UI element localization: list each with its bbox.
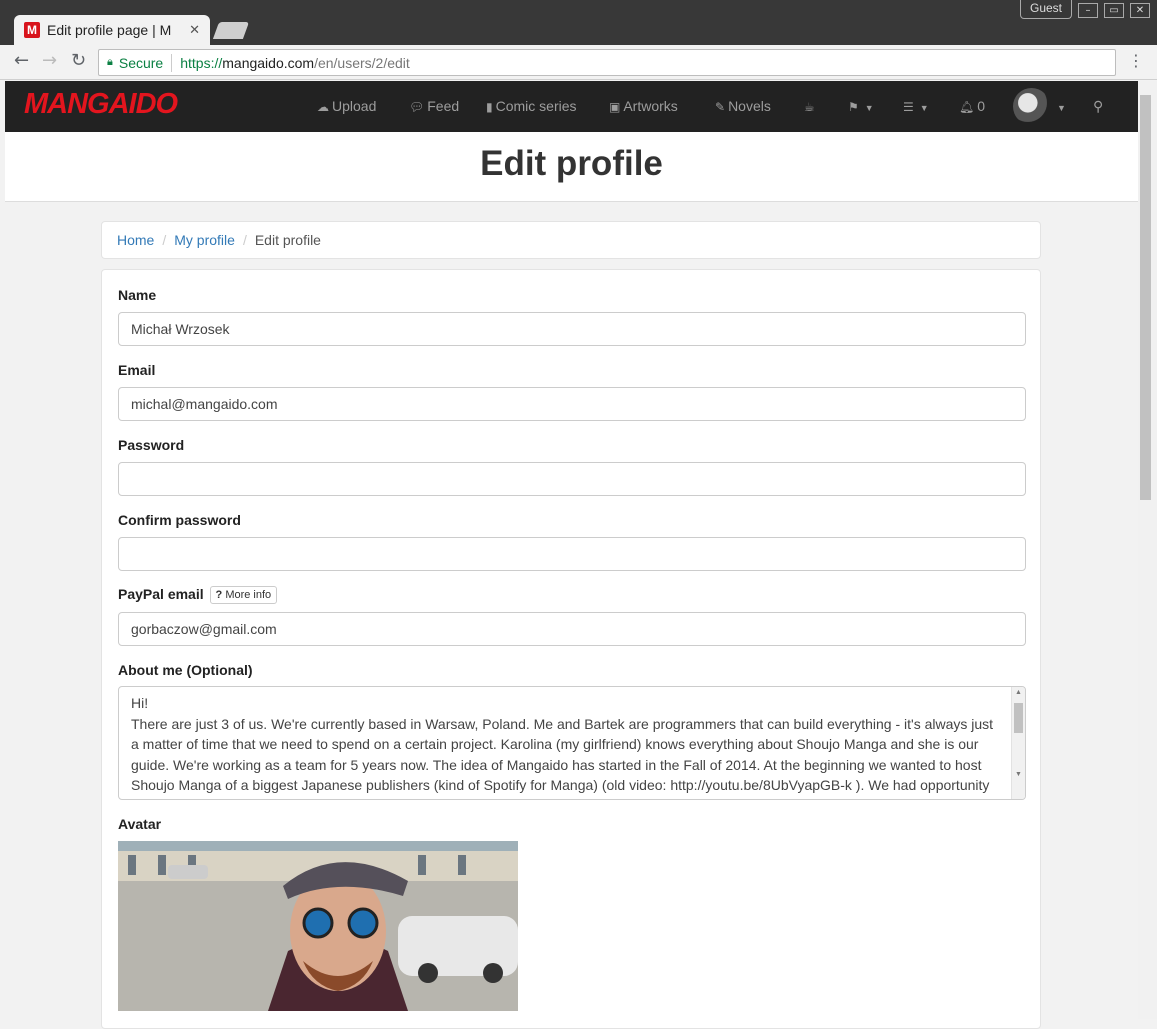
maximize-icon[interactable]: ▭ [1104, 3, 1124, 18]
hamburger-icon: ☰ [903, 100, 914, 114]
page-title: Edit profile [480, 144, 663, 183]
edit-profile-form: Name Michał Wrzosek Email michal@mangaid… [101, 269, 1041, 1029]
caret-down-icon: ▼ [864, 103, 874, 113]
forward-icon[interactable]: → [42, 50, 57, 71]
tab-title: Edit profile page | M [47, 22, 172, 38]
cup-icon: ☕︎ [804, 100, 815, 114]
breadcrumb-home[interactable]: Home [117, 232, 154, 248]
site-navbar: MANGAIDO ☁ Upload 💬︎ Feed ▮ Comic series ▣ A… [5, 81, 1138, 132]
edit-icon: ✎ [715, 100, 726, 114]
comments-icon: 💬︎ [409, 100, 425, 114]
image-icon: ▣ [609, 100, 621, 114]
notifications-count: 0 [977, 98, 986, 114]
bell-icon: 🔔︎ [959, 100, 975, 114]
nav-upload-label: Upload [332, 98, 377, 114]
flag-icon: ⚑ [848, 100, 859, 114]
name-label: Name [118, 287, 157, 303]
paypal-label: PayPal email [118, 586, 204, 602]
search-icon: ⚲ [1093, 98, 1104, 114]
textarea-scrollbar[interactable]: ▲ ▼ [1011, 687, 1025, 799]
confirm-password-label: Confirm password [118, 512, 241, 528]
nav-feed-label: Feed [427, 98, 460, 114]
avatar-label: Avatar [118, 816, 162, 832]
browser-toolbar: ← → ↻ 🔒︎ Secure https:// mangaido.com /e… [0, 45, 1157, 80]
nav-menu-dropdown[interactable]: ☰ ▼ [903, 98, 929, 114]
breadcrumb-current: Edit profile [254, 232, 321, 248]
tab-close-icon[interactable]: ✕ [189, 23, 200, 38]
question-icon: ? [215, 589, 223, 601]
mangaido-favicon-icon: M [24, 22, 40, 38]
page-scroll-thumb[interactable] [1140, 95, 1151, 500]
nav-comic-series-label: Comic series [495, 98, 577, 114]
avatar-image [118, 841, 518, 1011]
paypal-email-field[interactable]: gorbaczow@gmail.com [118, 612, 1026, 646]
browser-tab[interactable]: M Edit profile page | M ✕ [14, 15, 210, 45]
about-me-textarea[interactable]: Hi! There are just 3 of us. We're curren… [118, 686, 1026, 800]
site-logo[interactable]: MANGAIDO [24, 88, 178, 121]
nav-upload[interactable]: ☁ Upload [317, 98, 376, 114]
more-info-button[interactable]: ? More info [209, 586, 278, 604]
breadcrumb-divider: / [162, 232, 167, 248]
url-scheme: https:// [180, 54, 223, 71]
nav-novels-label: Novels [728, 98, 771, 114]
breadcrumb-divider: / [242, 232, 247, 248]
user-avatar[interactable] [1013, 88, 1050, 125]
browser-titlebar: M Edit profile page | M ✕ Guest – ▭ ✕ [0, 0, 1157, 45]
scroll-down-icon[interactable]: ▼ [1015, 771, 1022, 778]
caret-down-icon: ▼ [919, 103, 929, 113]
about-label: About me (Optional) [118, 662, 253, 678]
book-icon: ▮ [486, 100, 493, 114]
nav-artworks-label: Artworks [623, 98, 678, 114]
url-host: mangaido.com [222, 54, 315, 71]
minimize-icon[interactable]: – [1078, 3, 1098, 18]
lock-icon: 🔒︎ [107, 56, 113, 68]
page-header: Edit profile [5, 132, 1138, 202]
new-tab-button[interactable] [212, 22, 250, 39]
about-me-text: Hi! There are just 3 of us. We're curren… [131, 695, 994, 799]
scroll-up-icon[interactable]: ▲ [1015, 689, 1022, 696]
more-info-label: More info [225, 589, 272, 601]
user-dropdown-caret[interactable]: ▼ [1054, 98, 1066, 114]
cloud-upload-icon: ☁ [317, 100, 329, 114]
browser-menu-icon[interactable]: ⋮ [1128, 51, 1144, 70]
back-icon[interactable]: ← [14, 50, 29, 71]
nav-novels[interactable]: ✎ Novels [715, 98, 771, 114]
nav-cup[interactable]: ☕︎ [804, 98, 818, 114]
breadcrumb: Home / My profile / Edit profile [101, 221, 1041, 259]
secure-label: Secure [118, 54, 164, 71]
name-field[interactable]: Michał Wrzosek [118, 312, 1026, 346]
breadcrumb-my-profile[interactable]: My profile [174, 232, 235, 248]
guest-profile-button[interactable]: Guest [1020, 0, 1072, 19]
nav-notifications[interactable]: 🔔︎ 0 [959, 98, 985, 114]
nav-flag-dropdown[interactable]: ⚑ ▼ [848, 98, 874, 114]
omnibox-divider [171, 53, 173, 72]
reload-icon[interactable]: ↻ [71, 50, 86, 71]
email-label: Email [118, 362, 156, 378]
textarea-scroll-thumb[interactable] [1014, 703, 1023, 733]
caret-down-icon: ▼ [1057, 103, 1066, 113]
paypal-label-row: PayPal email ? More info [118, 586, 278, 604]
password-label: Password [118, 437, 185, 453]
email-field[interactable]: michal@mangaido.com [118, 387, 1026, 421]
password-field[interactable] [118, 462, 1026, 496]
nav-artworks[interactable]: ▣ Artworks [609, 98, 678, 114]
nav-search[interactable]: ⚲ [1093, 98, 1103, 115]
avatar-photo [118, 841, 518, 1011]
page-scrollbar[interactable] [1138, 81, 1157, 1019]
address-bar[interactable]: 🔒︎ Secure https:// mangaido.com /en/user… [98, 49, 1116, 76]
confirm-password-field[interactable] [118, 537, 1026, 571]
window-close-icon[interactable]: ✕ [1130, 3, 1150, 18]
url-path: /en/users/2/edit [314, 54, 410, 71]
nav-feed[interactable]: 💬︎ Feed [409, 98, 459, 114]
nav-comic-series[interactable]: ▮ Comic series [486, 98, 577, 114]
